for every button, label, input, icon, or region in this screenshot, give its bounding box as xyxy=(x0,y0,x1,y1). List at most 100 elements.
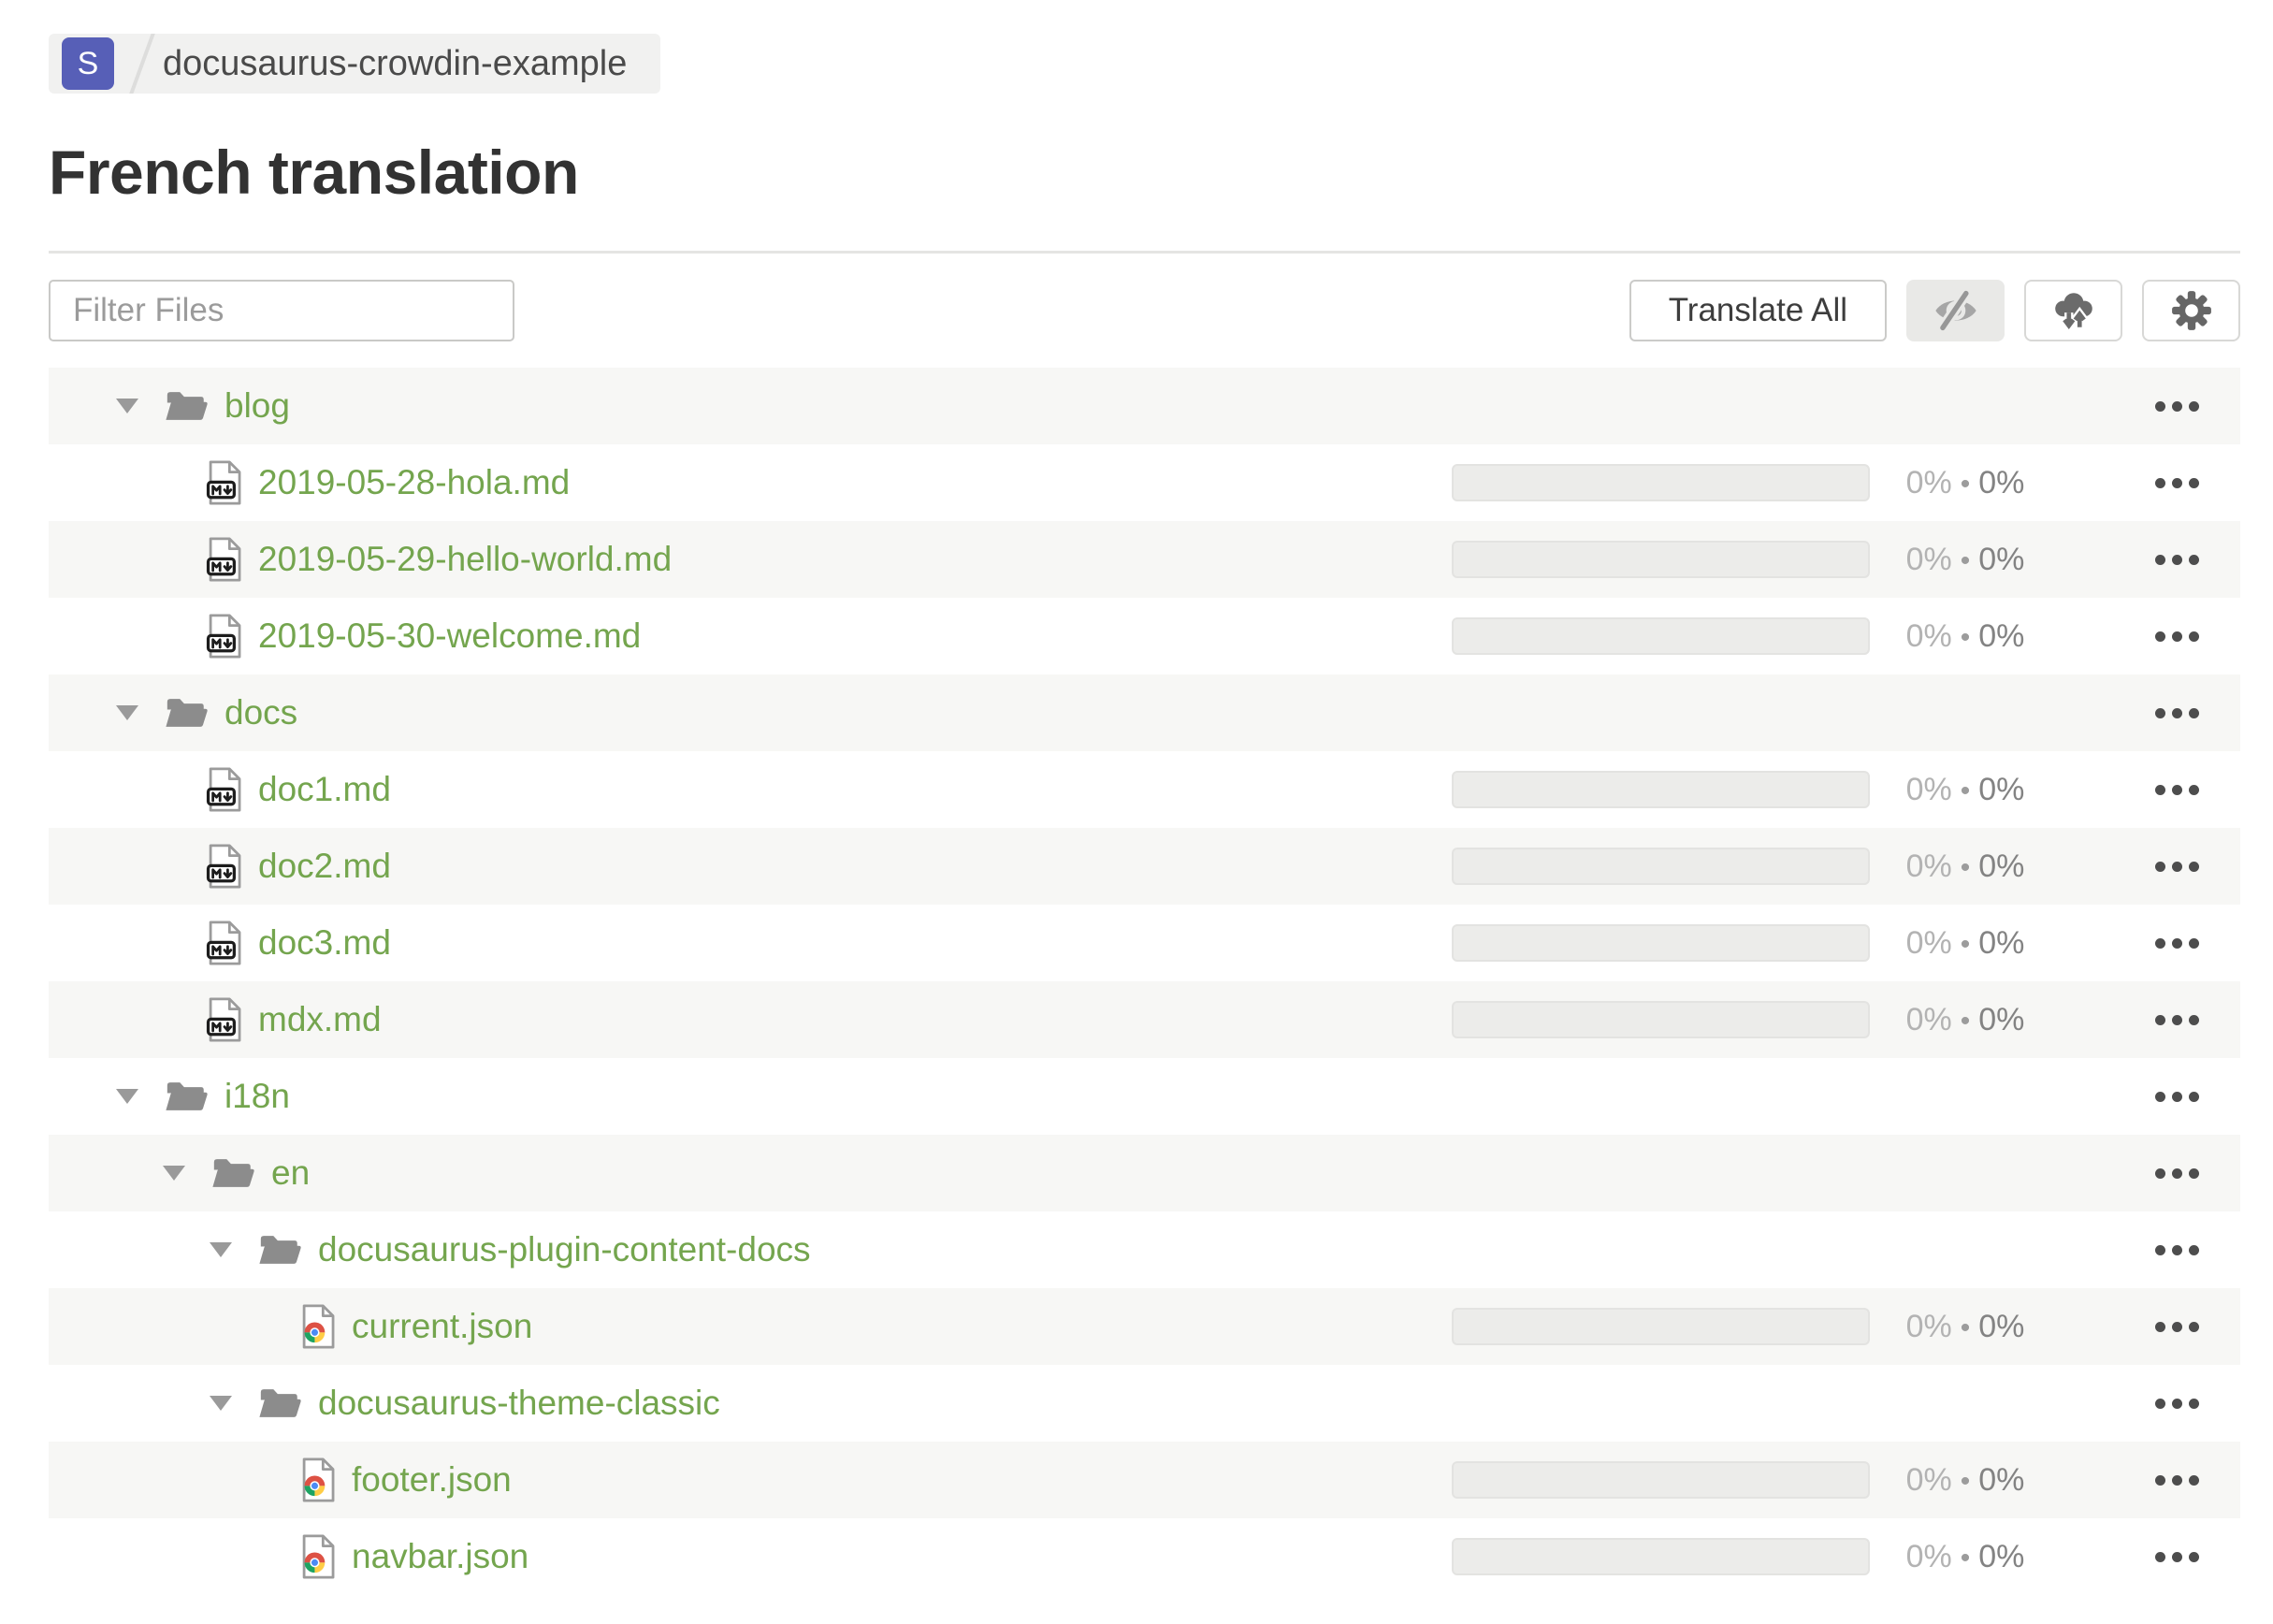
row-label[interactable]: en xyxy=(271,1153,310,1193)
tree-row[interactable]: doc2.md 0% • 0% xyxy=(49,828,2240,905)
translated-percent: 0% xyxy=(1905,1538,1952,1574)
ellipsis-icon xyxy=(2155,400,2165,412)
file-tree: blog 2019-05-28-hola.md 0% • 0% 2019-05-29… xyxy=(49,368,2240,1595)
translated-percent: 0% xyxy=(1905,541,1952,577)
markdown-file-icon xyxy=(206,537,241,582)
stats-separator: • xyxy=(1960,1312,1971,1343)
stats-separator: • xyxy=(1960,621,1971,653)
stats-separator: • xyxy=(1960,544,1971,576)
chevron-down-icon[interactable] xyxy=(116,705,138,720)
row-label[interactable]: doc2.md xyxy=(258,847,391,886)
row-menu-button[interactable] xyxy=(2153,779,2201,801)
ellipsis-icon xyxy=(2155,1551,2165,1562)
row-menu-button[interactable] xyxy=(2153,472,2201,494)
row-label[interactable]: docusaurus-theme-classic xyxy=(318,1384,720,1423)
row-name-cell: 2019-05-28-hola.md xyxy=(49,460,1452,505)
row-menu-button[interactable] xyxy=(2153,1393,2201,1414)
row-menu-button[interactable] xyxy=(2153,626,2201,647)
row-label[interactable]: 2019-05-29-hello-world.md xyxy=(258,540,672,579)
row-label[interactable]: i18n xyxy=(224,1077,290,1116)
approved-percent: 0% xyxy=(1978,1001,2025,1037)
row-menu-button[interactable] xyxy=(2153,1009,2201,1031)
tree-row[interactable]: blog xyxy=(49,368,2240,444)
row-name-cell: blog xyxy=(49,386,2153,426)
row-menu-button[interactable] xyxy=(2153,1086,2201,1108)
filter-files-input[interactable] xyxy=(49,280,514,341)
row-menu-button[interactable] xyxy=(2153,856,2201,877)
project-avatar[interactable]: S xyxy=(62,37,114,90)
progress-bar xyxy=(1452,1461,1870,1499)
progress-bar xyxy=(1452,541,1870,578)
chevron-down-icon[interactable] xyxy=(210,1396,232,1411)
row-label[interactable]: mdx.md xyxy=(258,1000,382,1039)
approved-percent: 0% xyxy=(1978,848,2025,884)
stats-separator: • xyxy=(1960,775,1971,806)
row-label[interactable]: 2019-05-28-hola.md xyxy=(258,463,570,502)
row-menu-button[interactable] xyxy=(2153,1316,2201,1338)
row-menu-button[interactable] xyxy=(2153,1163,2201,1184)
tree-row[interactable]: doc3.md 0% • 0% xyxy=(49,905,2240,981)
chevron-down-icon[interactable] xyxy=(163,1166,185,1181)
ellipsis-icon xyxy=(2155,554,2165,565)
row-label[interactable]: docusaurus-plugin-content-docs xyxy=(318,1230,811,1269)
translated-percent: 0% xyxy=(1905,1001,1952,1037)
hide-translated-button[interactable] xyxy=(1906,280,2005,341)
tree-row[interactable]: 2019-05-28-hola.md 0% • 0% xyxy=(49,444,2240,521)
row-menu-button[interactable] xyxy=(2153,933,2201,954)
chevron-down-icon[interactable] xyxy=(210,1242,232,1257)
tree-row[interactable]: navbar.json 0% • 0% xyxy=(49,1518,2240,1595)
progress-bar xyxy=(1452,617,1870,655)
tree-row[interactable]: 2019-05-30-welcome.md 0% • 0% xyxy=(49,598,2240,674)
breadcrumb[interactable]: S docusaurus-crowdin-example xyxy=(49,34,661,94)
row-menu-button[interactable] xyxy=(2153,1240,2201,1261)
tree-row[interactable]: i18n xyxy=(49,1058,2240,1135)
row-name-cell: doc3.md xyxy=(49,921,1452,965)
stats-separator: • xyxy=(1960,1542,1971,1573)
tree-row[interactable]: en xyxy=(49,1135,2240,1211)
breadcrumb-slash-divider xyxy=(124,34,160,94)
row-label[interactable]: blog xyxy=(224,386,290,426)
ellipsis-icon xyxy=(2155,1244,2165,1255)
row-label[interactable]: doc3.md xyxy=(258,923,391,963)
tree-row[interactable]: docs xyxy=(49,674,2240,751)
row-label[interactable]: doc1.md xyxy=(258,770,391,809)
progress-stats: 0% • 0% xyxy=(1886,542,2045,578)
tree-row[interactable]: docusaurus-theme-classic xyxy=(49,1365,2240,1442)
progress-stats: 0% • 0% xyxy=(1886,618,2045,655)
chevron-down-icon[interactable] xyxy=(116,399,138,413)
json-file-icon xyxy=(299,1457,335,1502)
row-name-cell: doc1.md xyxy=(49,767,1452,812)
progress-bar xyxy=(1452,848,1870,885)
tree-row[interactable]: doc1.md 0% • 0% xyxy=(49,751,2240,828)
row-menu-button[interactable] xyxy=(2153,703,2201,724)
tree-row[interactable]: mdx.md 0% • 0% xyxy=(49,981,2240,1058)
row-menu-button[interactable] xyxy=(2153,549,2201,571)
sync-files-button[interactable] xyxy=(2024,280,2122,341)
row-menu-button[interactable] xyxy=(2153,1546,2201,1568)
approved-percent: 0% xyxy=(1978,541,2025,577)
translate-all-button[interactable]: Translate All xyxy=(1629,280,1887,341)
progress-stats: 0% • 0% xyxy=(1886,1309,2045,1345)
approved-percent: 0% xyxy=(1978,464,2025,500)
breadcrumb-project-name[interactable]: docusaurus-crowdin-example xyxy=(163,44,627,84)
progress-bar xyxy=(1452,1308,1870,1345)
approved-percent: 0% xyxy=(1978,1308,2025,1344)
row-name-cell: 2019-05-30-welcome.md xyxy=(49,614,1452,659)
row-label[interactable]: footer.json xyxy=(352,1460,512,1500)
row-name-cell: doc2.md xyxy=(49,844,1452,889)
tree-row[interactable]: footer.json 0% • 0% xyxy=(49,1442,2240,1518)
ellipsis-icon xyxy=(2155,1474,2165,1486)
tree-row[interactable]: current.json 0% • 0% xyxy=(49,1288,2240,1365)
row-label[interactable]: navbar.json xyxy=(352,1537,528,1576)
row-menu-button[interactable] xyxy=(2153,396,2201,417)
row-label[interactable]: current.json xyxy=(352,1307,532,1346)
row-label[interactable]: docs xyxy=(224,693,297,732)
approved-percent: 0% xyxy=(1978,1538,2025,1574)
row-label[interactable]: 2019-05-30-welcome.md xyxy=(258,616,641,656)
settings-button[interactable] xyxy=(2142,280,2240,341)
row-menu-button[interactable] xyxy=(2153,1470,2201,1491)
tree-row[interactable]: docusaurus-plugin-content-docs xyxy=(49,1211,2240,1288)
progress-stats: 0% • 0% xyxy=(1886,925,2045,962)
chevron-down-icon[interactable] xyxy=(116,1089,138,1104)
tree-row[interactable]: 2019-05-29-hello-world.md 0% • 0% xyxy=(49,521,2240,598)
